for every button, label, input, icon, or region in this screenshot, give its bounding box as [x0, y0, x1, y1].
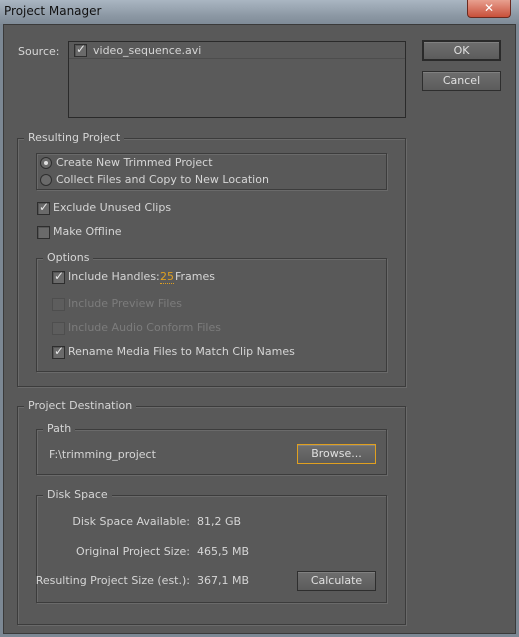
project-manager-dialog: Source: video_sequence.avi OK Cancel Res…: [3, 24, 516, 634]
include-audio-checkbox: [52, 322, 65, 335]
rename-media-checkbox[interactable]: [52, 344, 65, 359]
options-title: Options: [43, 251, 94, 264]
close-icon[interactable]: ✕: [467, 0, 511, 18]
original-size-label: Original Project Size:: [76, 545, 190, 558]
path-group: Path F:\trimming_project Browse...: [36, 422, 387, 475]
options-group: Options Include Handles: 25 Frames Inclu…: [36, 251, 387, 372]
source-label: Source:: [18, 45, 60, 58]
radio-create-trimmed[interactable]: [40, 157, 52, 169]
path-title: Path: [43, 422, 76, 435]
resulting-project-group: Resulting Project Create New Trimmed Pro…: [17, 131, 406, 387]
calculate-button[interactable]: Calculate: [297, 571, 376, 591]
source-list[interactable]: video_sequence.avi: [68, 41, 406, 118]
include-handles-checkbox[interactable]: [52, 269, 65, 284]
path-value: F:\trimming_project: [49, 448, 156, 461]
resulting-project-title: Resulting Project: [24, 131, 125, 144]
include-preview-checkbox: [52, 298, 65, 311]
handles-frames-value[interactable]: 25: [160, 270, 174, 284]
radio-create-trimmed-label[interactable]: Create New Trimmed Project: [56, 156, 213, 169]
disk-space-group: Disk Space Disk Space Available: 81,2 GB…: [35, 488, 387, 603]
title-bar: Project Manager ✕: [0, 0, 519, 24]
make-offline-label[interactable]: Make Offline: [53, 225, 122, 238]
radio-collect-files-label[interactable]: Collect Files and Copy to New Location: [56, 173, 269, 186]
list-item[interactable]: video_sequence.avi: [69, 42, 405, 59]
include-preview-label: Include Preview Files: [68, 297, 182, 310]
resulting-size-value: 367,1 MB: [197, 574, 250, 587]
window-title: Project Manager: [4, 4, 102, 18]
project-destination-group: Project Destination Path F:\trimming_pro…: [17, 399, 406, 625]
project-type-group: Create New Trimmed Project Collect Files…: [36, 153, 387, 190]
browse-button[interactable]: Browse...: [297, 444, 376, 464]
ok-button[interactable]: OK: [422, 40, 501, 61]
cancel-button[interactable]: Cancel: [422, 71, 501, 91]
original-size-value: 465,5 MB: [197, 545, 250, 558]
make-offline-checkbox[interactable]: [37, 226, 50, 239]
disk-available-value: 81,2 GB: [197, 515, 242, 528]
disk-available-label: Disk Space Available:: [72, 515, 190, 528]
source-item-name: video_sequence.avi: [93, 44, 202, 57]
frames-unit-label: Frames: [175, 270, 216, 283]
radio-collect-files[interactable]: [40, 174, 52, 186]
exclude-unused-label[interactable]: Exclude Unused Clips: [53, 201, 171, 214]
resulting-size-label: Resulting Project Size (est.):: [35, 574, 190, 587]
include-handles-label[interactable]: Include Handles:: [68, 270, 160, 283]
include-audio-label: Include Audio Conform Files: [68, 321, 221, 334]
exclude-unused-checkbox[interactable]: [37, 200, 50, 215]
rename-media-label[interactable]: Rename Media Files to Match Clip Names: [68, 345, 295, 358]
source-checkbox[interactable]: [74, 42, 87, 57]
disk-space-title: Disk Space: [43, 488, 112, 501]
project-destination-title: Project Destination: [24, 399, 137, 412]
